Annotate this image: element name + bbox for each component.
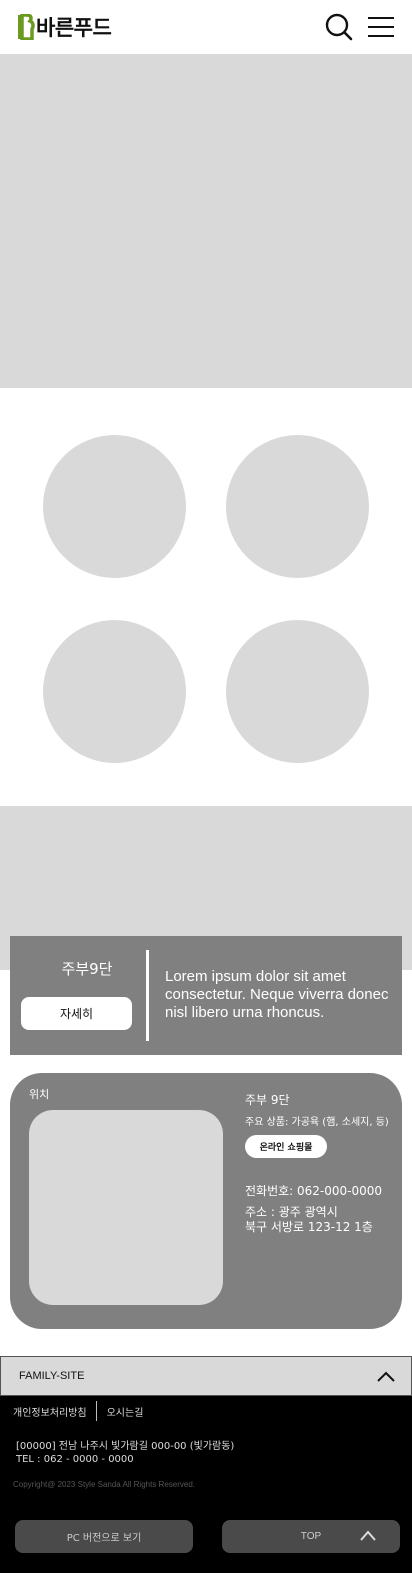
menu-button[interactable] (367, 15, 395, 39)
footer-address-block: [00000] 전남 나주시 빛가람길 000-00 (빛가람동) TEL : … (16, 1440, 234, 1466)
map-placeholder[interactable] (29, 1110, 223, 1305)
promo-divider (146, 950, 149, 1041)
store-address-line2: 북구 서방로 123-12 1층 (245, 1220, 373, 1234)
store-address-line1: 주소 : 광주 광역시 (245, 1205, 338, 1219)
category-circle-2[interactable] (226, 435, 369, 578)
brand-logo[interactable]: 바른푸드 (17, 13, 112, 41)
category-circle-1[interactable] (43, 435, 186, 578)
store-products: 주요 상품: 가공육 (햄, 소세지, 등) (245, 1117, 389, 1128)
store-name: 주부 9단 (245, 1093, 290, 1107)
hamburger-menu-icon (368, 17, 394, 37)
copyright: Copyright@ 2023 Style Sanda All Rights R… (13, 1480, 195, 1489)
category-circle-3[interactable] (43, 620, 186, 763)
search-button[interactable] (325, 13, 353, 41)
online-shop-button[interactable]: 온라인 쇼핑몰 (245, 1135, 327, 1158)
store-address: 주소 : 광주 광역시 북구 서방로 123-12 1층 (245, 1205, 373, 1235)
logo-mark-icon (17, 13, 35, 41)
category-circle-4[interactable] (226, 620, 369, 763)
footer-links: 개인정보처리방침 오시는길 (13, 1401, 144, 1421)
footer-tel: TEL : 062 - 0000 - 0000 (16, 1454, 134, 1465)
promo-card: 주부9단 자세히 Lorem ipsum dolor sit amet cons… (10, 936, 402, 1055)
search-icon (325, 13, 353, 41)
pc-version-button[interactable]: PC 버전으로 보기 (15, 1520, 193, 1553)
top-label: TOP (300, 1531, 322, 1542)
family-site-label: FAMILY-SITE (19, 1370, 85, 1382)
hero-banner (0, 54, 412, 388)
site-header: 바른푸드 (0, 0, 412, 54)
chevron-up-icon (360, 1530, 376, 1541)
pc-version-label: PC 버전으로 보기 (66, 1533, 142, 1544)
promo-title: 주부9단 (61, 960, 113, 978)
directions-link[interactable]: 오시는길 (107, 1404, 144, 1419)
family-site-dropdown[interactable]: FAMILY-SITE (0, 1356, 412, 1396)
store-tel: 전화번호: 062-000-0000 (245, 1184, 383, 1198)
location-label: 위치 (29, 1088, 50, 1101)
detail-button[interactable]: 자세히 (21, 997, 132, 1030)
logo-text: 바른푸드 (36, 16, 112, 40)
promo-description: Lorem ipsum dolor sit amet consectetur. … (165, 968, 389, 1021)
footer-link-divider (95, 1401, 97, 1421)
site-footer: FAMILY-SITE 개인정보처리방침 오시는길 [00000] 전남 나주시… (0, 1356, 412, 1573)
footer-address: [00000] 전남 나주시 빛가람길 000-00 (빛가람동) (16, 1441, 235, 1452)
chevron-up-icon (377, 1371, 395, 1382)
privacy-policy-link[interactable]: 개인정보처리방침 (13, 1404, 87, 1419)
location-card: 위치 주부 9단 주요 상품: 가공육 (햄, 소세지, 등) 온라인 쇼핑몰 … (10, 1073, 402, 1329)
top-button[interactable]: TOP (222, 1520, 400, 1553)
